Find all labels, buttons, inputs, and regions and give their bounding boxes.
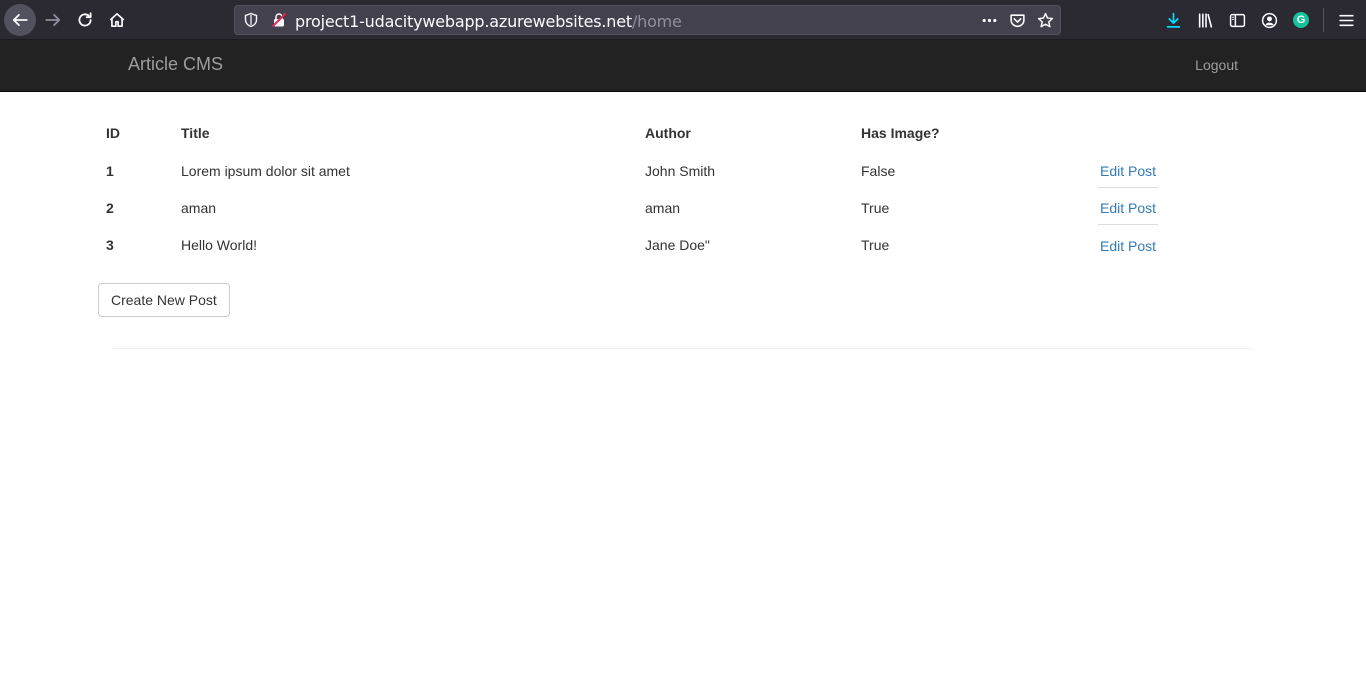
post-has-image: True bbox=[861, 236, 890, 253]
address-bar[interactable]: project1-udacitywebapp.azurewebsites.net… bbox=[234, 5, 1061, 35]
toolbar-divider bbox=[1323, 8, 1324, 32]
table-row: 2 aman aman True Edit Post bbox=[98, 189, 1178, 226]
reload-icon bbox=[78, 12, 92, 27]
forward-button[interactable] bbox=[37, 4, 69, 36]
edit-post-link[interactable]: Edit Post bbox=[1098, 228, 1158, 262]
account-icon bbox=[1261, 12, 1277, 28]
create-new-post-button[interactable]: Create New Post bbox=[98, 283, 230, 317]
table-row: 1 Lorem ipsum dolor sit amet John Smith … bbox=[98, 152, 1178, 189]
page-actions-button[interactable] bbox=[980, 10, 998, 30]
library-button[interactable] bbox=[1189, 4, 1221, 36]
url-path: /home bbox=[631, 12, 682, 31]
post-id: 3 bbox=[106, 236, 114, 253]
star-icon bbox=[1037, 12, 1053, 27]
logout-link[interactable]: Logout bbox=[1195, 57, 1238, 73]
post-has-image: False bbox=[861, 162, 896, 179]
post-actions: Edit Post bbox=[1090, 152, 1178, 189]
table-header-row: ID Title Author Has Image? bbox=[98, 114, 1178, 152]
divider bbox=[113, 348, 1253, 349]
post-has-image: True bbox=[861, 199, 890, 216]
post-title: aman bbox=[181, 199, 217, 216]
menu-button[interactable] bbox=[1330, 4, 1362, 36]
library-icon bbox=[1198, 12, 1212, 28]
post-actions: Edit Post bbox=[1090, 226, 1178, 263]
app-navbar: Article CMS Logout bbox=[0, 40, 1366, 92]
insecure-lock-icon[interactable] bbox=[271, 12, 287, 28]
url-domain: project1-udacitywebapp.azurewebsites.net bbox=[295, 12, 632, 31]
grammarly-extension-button[interactable]: G bbox=[1285, 4, 1317, 36]
grammarly-icon: G bbox=[1293, 12, 1309, 28]
browser-toolbar: project1-udacitywebapp.azurewebsites.net… bbox=[0, 0, 1366, 40]
post-id: 1 bbox=[106, 162, 114, 179]
post-author: aman bbox=[645, 199, 681, 216]
sidebar-button[interactable] bbox=[1221, 4, 1253, 36]
downloads-button[interactable] bbox=[1157, 4, 1189, 36]
header-id: ID bbox=[106, 125, 120, 141]
table-row: 3 Hello World! Jane Doe" True Edit Post bbox=[98, 226, 1178, 263]
edit-post-link[interactable]: Edit Post bbox=[1098, 190, 1159, 225]
arrow-right-icon bbox=[45, 14, 61, 26]
sidebar-icon bbox=[1229, 13, 1245, 27]
header-author: Author bbox=[645, 125, 691, 141]
bookmark-star-button[interactable] bbox=[1036, 10, 1054, 30]
download-icon bbox=[1166, 12, 1180, 28]
url-text: project1-udacitywebapp.azurewebsites.net… bbox=[295, 12, 682, 31]
header-actions bbox=[1090, 114, 1178, 152]
post-author: Jane Doe" bbox=[645, 236, 710, 253]
brand-link[interactable]: Article CMS bbox=[128, 54, 223, 75]
post-id: 2 bbox=[106, 199, 114, 216]
pocket-button[interactable] bbox=[1008, 10, 1026, 30]
reload-button[interactable] bbox=[69, 4, 101, 36]
account-button[interactable] bbox=[1253, 4, 1285, 36]
back-button[interactable] bbox=[4, 4, 36, 36]
edit-post-link[interactable]: Edit Post bbox=[1098, 153, 1159, 188]
home-button[interactable] bbox=[101, 4, 133, 36]
shield-icon[interactable] bbox=[243, 12, 259, 28]
post-title: Lorem ipsum dolor sit amet bbox=[181, 162, 350, 179]
arrow-left-icon bbox=[12, 14, 28, 26]
pocket-icon bbox=[1009, 13, 1025, 27]
header-has-image: Has Image? bbox=[861, 125, 940, 141]
home-icon bbox=[109, 12, 125, 28]
post-title: Hello World! bbox=[181, 236, 257, 253]
header-title: Title bbox=[181, 125, 210, 141]
post-actions: Edit Post bbox=[1090, 189, 1178, 226]
more-horizontal-icon bbox=[982, 18, 996, 22]
post-author: John Smith bbox=[645, 162, 716, 179]
posts-table: ID Title Author Has Image? 1 Lorem ipsum… bbox=[98, 114, 1178, 263]
hamburger-menu-icon bbox=[1338, 14, 1354, 26]
